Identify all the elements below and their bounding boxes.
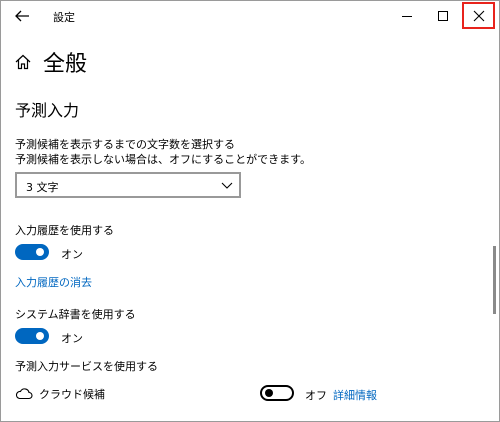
minimize-button[interactable]	[389, 1, 425, 31]
close-icon	[473, 10, 484, 21]
details-link[interactable]: 詳細情報	[333, 387, 377, 403]
char-count-select[interactable]: 3 文字	[15, 172, 241, 198]
history-toggle-state: オン	[61, 248, 83, 261]
dictionary-toggle-state: オン	[61, 332, 83, 345]
minimize-icon	[402, 16, 412, 17]
history-label: 入力履歴を使用する	[15, 224, 114, 237]
app-title: 設定	[53, 11, 75, 24]
dictionary-toggle[interactable]	[15, 328, 49, 344]
cloud-candidates-label: クラウド候補	[39, 388, 105, 401]
select-value: 3 文字	[26, 181, 59, 194]
cloud-icon	[15, 388, 33, 400]
section-description: 予測候補を表示するまでの文字数を選択する 予測候補を表示しない場合は、オフにする…	[15, 137, 311, 167]
close-button[interactable]	[462, 2, 495, 29]
scrollbar-thumb[interactable]	[493, 246, 496, 314]
description-line-2: 予測候補を表示しない場合は、オフにすることができます。	[15, 153, 312, 166]
maximize-button[interactable]	[425, 1, 461, 31]
title-bar: 設定	[1, 1, 499, 31]
toggle-knob	[36, 248, 44, 256]
toggle-knob	[36, 332, 44, 340]
service-label: 予測入力サービスを使用する	[15, 360, 158, 373]
clear-history-link[interactable]: 入力履歴の消去	[15, 274, 92, 290]
back-arrow-icon[interactable]	[13, 7, 31, 25]
description-line-1: 予測候補を表示するまでの文字数を選択する	[15, 138, 235, 151]
page-header: 全般	[13, 47, 87, 77]
settings-window: 設定 全般 予測入力 予測候補を表示するまでの文字数を選択する 予測候補を表示し…	[0, 0, 500, 422]
page-title: 全般	[43, 52, 88, 77]
history-toggle[interactable]	[15, 244, 49, 260]
section-title: 予測入力	[15, 101, 80, 120]
dictionary-label: システム辞書を使用する	[15, 308, 136, 321]
chevron-down-icon	[221, 182, 233, 189]
toggle-knob	[265, 389, 273, 397]
cloud-toggle-state: オフ	[305, 389, 327, 402]
home-icon	[15, 54, 31, 70]
cloud-candidates-toggle[interactable]	[260, 385, 294, 401]
maximize-icon	[438, 11, 448, 21]
